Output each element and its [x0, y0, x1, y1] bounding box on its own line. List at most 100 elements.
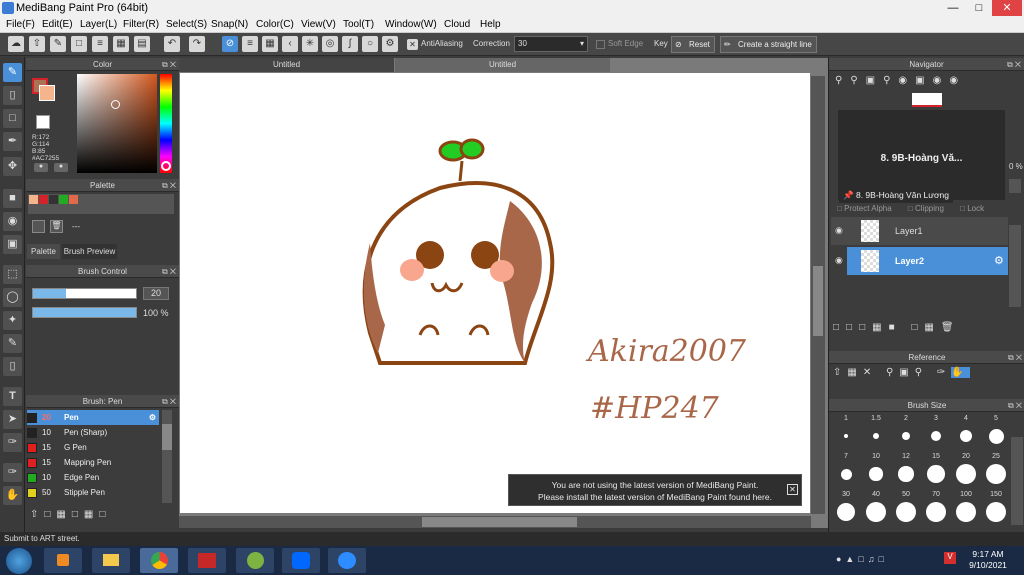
background-color-swatch[interactable]: [36, 115, 50, 129]
tab-untitled-2[interactable]: Untitled: [395, 58, 610, 72]
menu-color[interactable]: Color(C): [256, 19, 294, 30]
drawing-canvas[interactable]: Akira2007 #HP247: [180, 73, 810, 513]
layer-scrollbar[interactable]: [1009, 225, 1021, 307]
curve-snap-icon[interactable]: ∫: [342, 36, 358, 52]
layer-actions[interactable]: □□□▦■ □▦🗑: [833, 322, 961, 333]
layer-row-layer1[interactable]: ◉ Layer1: [831, 217, 1008, 245]
secondary-color-swatch[interactable]: [39, 85, 55, 101]
panel-close-icon[interactable]: ⧉ ✕: [162, 58, 176, 71]
brush-size-cell[interactable]: 50: [893, 491, 919, 524]
reset-button[interactable]: ⊘ Reset: [671, 36, 715, 53]
move-tool-icon[interactable]: ✥: [3, 157, 22, 176]
menu-filter[interactable]: Filter(R): [123, 19, 159, 30]
panel-close-icon[interactable]: ⧉ ✕: [1008, 351, 1022, 364]
swap-colors-button[interactable]: ●: [54, 163, 68, 172]
bucket-tool-icon[interactable]: ◉: [3, 212, 22, 231]
brush-size-cell[interactable]: 150: [983, 491, 1009, 524]
brush-size-cell[interactable]: 1.5: [863, 415, 889, 441]
tab-untitled-1[interactable]: Untitled: [179, 58, 394, 72]
antialiasing-checkbox[interactable]: ✕: [407, 39, 418, 50]
palette-swatch[interactable]: [29, 195, 38, 204]
tray-icons[interactable]: ●▲□♫□: [836, 554, 888, 564]
brush-item-edge-pen[interactable]: 10 Edge Pen: [27, 470, 159, 485]
fill-rect-tool-icon[interactable]: ■: [3, 189, 22, 208]
panel-close-icon[interactable]: ⧉ ✕: [1007, 58, 1021, 71]
share-icon[interactable]: ⇧: [29, 36, 45, 52]
brush-size-cell[interactable]: 20: [953, 453, 979, 486]
brush-size-cell[interactable]: 25: [983, 453, 1009, 486]
navigator-tools[interactable]: ⚲⚲▣⚲◉▣◉◉: [829, 71, 1024, 91]
opacity-slider[interactable]: [32, 307, 137, 318]
brush-size-cell[interactable]: 10: [863, 453, 889, 483]
brush-size-cell[interactable]: 4: [953, 415, 979, 444]
brush-size-cell[interactable]: 100: [953, 491, 979, 524]
brush-item-stipple-pen[interactable]: 50 Stipple Pen: [27, 485, 159, 500]
zalo-icon[interactable]: [282, 548, 320, 573]
lasso-tool-icon[interactable]: ◯: [3, 288, 22, 307]
tab-palette[interactable]: Palette: [27, 244, 60, 259]
update-notice[interactable]: You are not using the latest version of …: [508, 474, 802, 506]
select-eraser-icon[interactable]: ▯: [3, 357, 22, 376]
panel-close-icon[interactable]: ⧉ ✕: [162, 395, 176, 408]
operation-tool-icon[interactable]: ➤: [3, 410, 22, 429]
perspective-snap-icon[interactable]: ‹: [282, 36, 298, 52]
concentric-snap-icon[interactable]: ◎: [322, 36, 338, 52]
grid-icon[interactable]: ▦: [113, 36, 129, 52]
menu-window[interactable]: Window(W): [385, 19, 437, 30]
palette-swatch[interactable]: [49, 195, 58, 204]
settings-icon[interactable]: ⚙: [382, 36, 398, 52]
maximize-button[interactable]: □: [966, 0, 992, 16]
size-slider[interactable]: [32, 288, 137, 299]
layers-icon[interactable]: ▤: [134, 36, 150, 52]
gear-icon[interactable]: ⚙: [994, 254, 1004, 267]
brush-item-mapping-pen[interactable]: 15 Mapping Pen: [27, 455, 159, 470]
horizontal-scrollbar[interactable]: [179, 516, 811, 528]
panel-close-icon[interactable]: ⧉ ✕: [162, 179, 176, 192]
launcher-icon[interactable]: [236, 548, 274, 573]
brush-size-cell[interactable]: 70: [923, 491, 949, 524]
comment-icon[interactable]: ✎: [50, 36, 66, 52]
eye-icon[interactable]: ◉: [835, 225, 843, 236]
palette-swatch[interactable]: [39, 195, 48, 204]
gear-icon[interactable]: ⚙: [149, 410, 156, 425]
menu-snap[interactable]: Snap(N): [211, 19, 248, 30]
chrome-icon[interactable]: [140, 548, 178, 573]
pen-tool-icon[interactable]: ✒: [3, 132, 22, 151]
text-tool-icon[interactable]: T: [3, 387, 22, 406]
select-pen-icon[interactable]: ✎: [3, 334, 22, 353]
palette-swatch[interactable]: [69, 195, 78, 204]
straight-line-button[interactable]: ✏ Create a straight line: [720, 36, 817, 53]
brush-list-actions[interactable]: ⇧□▦□▦□: [30, 509, 111, 520]
brush-size-cell[interactable]: 5: [983, 415, 1009, 446]
minimize-button[interactable]: —: [940, 0, 966, 16]
bandicam-icon[interactable]: [188, 548, 226, 573]
brush-item-pen-sharp[interactable]: 10 Pen (Sharp): [27, 425, 159, 440]
dot-tool-icon[interactable]: □: [3, 109, 22, 128]
brush-size-cell[interactable]: 2: [893, 415, 919, 442]
scrollbar-thumb[interactable]: [162, 424, 172, 450]
eyedropper-icon[interactable]: ✑: [3, 463, 22, 482]
menu-file[interactable]: File(F): [6, 19, 35, 30]
hand-tool-icon[interactable]: ✋: [3, 486, 22, 505]
media-player-icon[interactable]: [44, 548, 82, 573]
brush-size-cell[interactable]: 7: [833, 453, 859, 482]
undo-icon[interactable]: ↶: [164, 36, 180, 52]
save-icon[interactable]: ≡: [92, 36, 108, 52]
hue-slider[interactable]: [160, 74, 172, 173]
brush-list-scrollbar[interactable]: [162, 410, 172, 503]
radial-snap-icon[interactable]: ✳: [302, 36, 318, 52]
color-picker-handle[interactable]: [111, 100, 120, 109]
panel-close-icon[interactable]: ⧉ ✕: [1008, 399, 1022, 412]
clipping-checkbox[interactable]: □: [908, 204, 913, 213]
notice-close-icon[interactable]: ✕: [787, 484, 798, 495]
reference-tools[interactable]: ⇧▦✕ ⚲▣⚲ ✑✋: [833, 367, 970, 378]
brush-size-cell[interactable]: 3: [923, 415, 949, 443]
close-button[interactable]: ✕: [992, 0, 1022, 16]
trash-icon[interactable]: 🗑: [50, 220, 63, 233]
file-explorer-icon[interactable]: [92, 548, 130, 573]
scrollbar-thumb[interactable]: [422, 517, 577, 527]
clock[interactable]: 9:17 AM 9/10/2021: [962, 549, 1014, 571]
zoom-icon[interactable]: [328, 548, 366, 573]
redo-icon[interactable]: ↷: [189, 36, 205, 52]
eye-icon[interactable]: ◉: [835, 255, 843, 266]
